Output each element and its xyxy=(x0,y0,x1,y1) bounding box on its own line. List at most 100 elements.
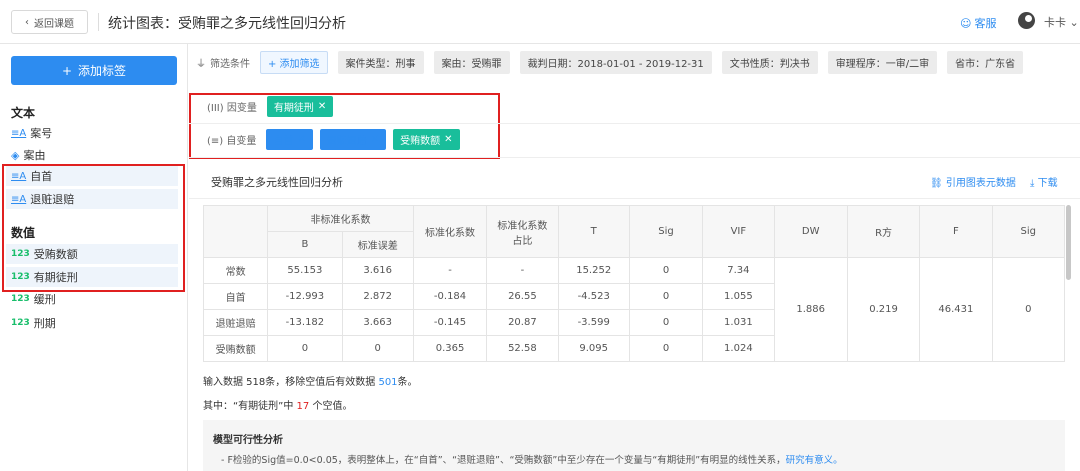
table-header: 标准化系数 占比 xyxy=(486,205,559,258)
add-tag-button[interactable]: + 添加标签 xyxy=(11,56,177,85)
table-cell: -3.599 xyxy=(557,309,630,336)
top-bar: ‹ 返回课题 统计图表：受贿罪之多元线性回归分析 ☺ 客服 卡卡 ⌄ xyxy=(0,0,1080,44)
table-header: 非标准化系数 xyxy=(267,205,414,232)
variable-tag[interactable]: 受贿数额 ✕ xyxy=(393,129,460,150)
variable-tag[interactable]: 有期徒刑 ✕ xyxy=(266,96,334,117)
text-field-icon: ≡A xyxy=(11,127,27,139)
cite-metadata-button[interactable]: ⛓ 引用图表元数据 xyxy=(930,174,1016,189)
variable-panel: (III) 因变量 有期徒刑 ✕ (≡) 自变量 自首 ✕ 退赃退赔 ✕ 受贿数… xyxy=(189,88,1080,158)
sidebar-item-cause[interactable]: ◈ 案由 xyxy=(11,147,45,163)
feasibility-title: 模型可行性分析 xyxy=(213,435,283,446)
filter-chip-cause[interactable]: 案由：受贿罪 xyxy=(433,50,510,74)
scrollbar[interactable] xyxy=(1066,205,1071,280)
data-summary: 输入数据 518条，移除空值后有效数据 501条。 xyxy=(203,377,418,388)
table-header: R方 xyxy=(846,205,921,258)
table-cell: 26.55 xyxy=(486,283,559,310)
table-cell: 0.219 xyxy=(846,257,921,362)
table-cell: -4.523 xyxy=(557,283,630,310)
sidebar-item-case-number[interactable]: ≡A 案号 xyxy=(11,125,52,141)
close-icon[interactable]: ✕ xyxy=(297,134,305,145)
close-icon[interactable]: ✕ xyxy=(371,134,379,145)
table-cell: - xyxy=(486,257,559,284)
close-icon[interactable]: ✕ xyxy=(444,134,452,145)
download-button[interactable]: ⤓ 下载 xyxy=(1030,174,1058,189)
table-cell: 15.252 xyxy=(557,257,630,284)
filter-chip-province[interactable]: 省市：广东省 xyxy=(947,50,1024,74)
layers-icon: ◈ xyxy=(11,148,20,162)
table-cell: 20.87 xyxy=(486,309,559,336)
dependent-variable-row: (III) 因变量 有期徒刑 ✕ xyxy=(207,96,334,117)
table-header: VIF xyxy=(702,205,775,258)
table-cell: 0 xyxy=(628,335,704,362)
link-icon: ⛓ xyxy=(930,178,943,189)
service-link[interactable]: ☺ 客服 xyxy=(960,15,996,31)
sidebar-item-probation[interactable]: 123 缓刑 xyxy=(11,291,56,307)
independent-variable-label: (≡) 自变量 xyxy=(207,136,257,147)
table-cell: -0.145 xyxy=(412,309,488,336)
table-header-corner xyxy=(202,205,269,258)
result-header: 受贿罪之多元线性回归分析 ⛓ 引用图表元数据 ⤓ 下载 xyxy=(189,163,1080,199)
table-cell: 0 xyxy=(628,283,704,310)
download-icon: ⤓ xyxy=(1030,178,1035,189)
table-header: F xyxy=(919,205,993,258)
filter-bar: ⏚ 筛选条件 + 添加筛选 案件类型：刑事 案由：受贿罪 裁判日期：2018-0… xyxy=(196,50,1024,74)
numeric-field-icon: 123 xyxy=(11,318,30,328)
variable-tag[interactable]: 退赃退赔 ✕ xyxy=(319,129,387,150)
back-button-label: 返回课题 xyxy=(34,18,74,30)
feasibility-link[interactable]: 研究有意义。 xyxy=(786,455,843,466)
result-title: 受贿罪之多元线性回归分析 xyxy=(211,176,343,189)
table-cell: 55.153 xyxy=(267,257,343,284)
table-cell: 3.663 xyxy=(341,309,414,336)
independent-variable-row: (≡) 自变量 自首 ✕ 退赃退赔 ✕ 受贿数额 ✕ xyxy=(207,129,460,150)
back-button[interactable]: ‹ 返回课题 xyxy=(11,10,88,34)
highlight-box-sidebar xyxy=(2,164,185,292)
user-menu[interactable]: 卡卡 ⌄ xyxy=(1044,14,1079,30)
table-cell: 1.055 xyxy=(702,283,775,310)
bars-icon: (III) xyxy=(207,103,224,114)
table-header: DW xyxy=(773,205,848,258)
table-cell: 0 xyxy=(267,335,343,362)
table-cell: 1.031 xyxy=(702,309,775,336)
filter-label: ⏚ 筛选条件 xyxy=(196,55,250,70)
sidebar-item-sentence[interactable]: 123 刑期 xyxy=(11,315,56,331)
table-cell: - xyxy=(412,257,488,284)
table-cell: 0 xyxy=(628,309,704,336)
filter-chip-date[interactable]: 裁判日期：2018-01-01 - 2019-12-31 xyxy=(519,50,712,74)
plus-icon: + xyxy=(61,63,73,78)
table-cell: 7.34 xyxy=(702,257,775,284)
table-header: Sig xyxy=(991,205,1066,258)
table-cell: 1.886 xyxy=(773,257,848,362)
filter-chip-case-type[interactable]: 案件类型：刑事 xyxy=(337,50,424,74)
add-tag-label: 添加标签 xyxy=(78,64,127,78)
sidebar-item-label: 刑期 xyxy=(33,317,56,330)
table-header: Sig xyxy=(628,205,704,258)
username: 卡卡 xyxy=(1044,16,1066,29)
table-cell: 2.872 xyxy=(341,283,414,310)
table-cell: 52.58 xyxy=(486,335,559,362)
filter-icon: ⏚ xyxy=(196,58,206,70)
table-cell: 0 xyxy=(628,257,704,284)
service-label: 客服 xyxy=(974,17,997,30)
regression-table: 非标准化系数 标准化系数 标准化系数 占比 T Sig VIF DW R方 F S… xyxy=(202,205,1066,362)
variable-tag[interactable]: 自首 ✕ xyxy=(266,129,313,150)
chevron-left-icon: ‹ xyxy=(25,16,29,28)
feasibility-panel: 模型可行性分析 - F检验的Sig值=0.0<0.05，表明整体上，在“自首”、… xyxy=(203,420,1065,471)
close-icon[interactable]: ✕ xyxy=(318,101,326,112)
smile-icon: ☺ xyxy=(960,16,972,30)
table-cell: -12.993 xyxy=(267,283,343,310)
sidebar-item-label: 案由 xyxy=(23,149,46,162)
feasibility-text: - F检验的Sig值=0.0<0.05，表明整体上，在“自首”、“退赃退赔”、“… xyxy=(221,455,843,466)
header-divider xyxy=(98,13,99,31)
table-cell: 9.095 xyxy=(557,335,630,362)
filter-chip-procedure[interactable]: 审理程序：一审/二审 xyxy=(827,50,938,74)
filter-chip-doc-type[interactable]: 文书性质：判决书 xyxy=(721,50,818,74)
numeric-field-icon: 123 xyxy=(11,294,30,304)
table-header: B xyxy=(267,231,343,258)
table-cell: 退赃退赔 xyxy=(202,309,269,336)
avatar[interactable] xyxy=(1018,12,1035,29)
table-cell: 受贿数额 xyxy=(202,335,269,362)
text-section-title: 文本 xyxy=(11,106,36,120)
add-filter-button[interactable]: + 添加筛选 xyxy=(260,50,328,74)
sidebar-item-label: 案号 xyxy=(30,127,53,140)
table-cell: 3.616 xyxy=(341,257,414,284)
